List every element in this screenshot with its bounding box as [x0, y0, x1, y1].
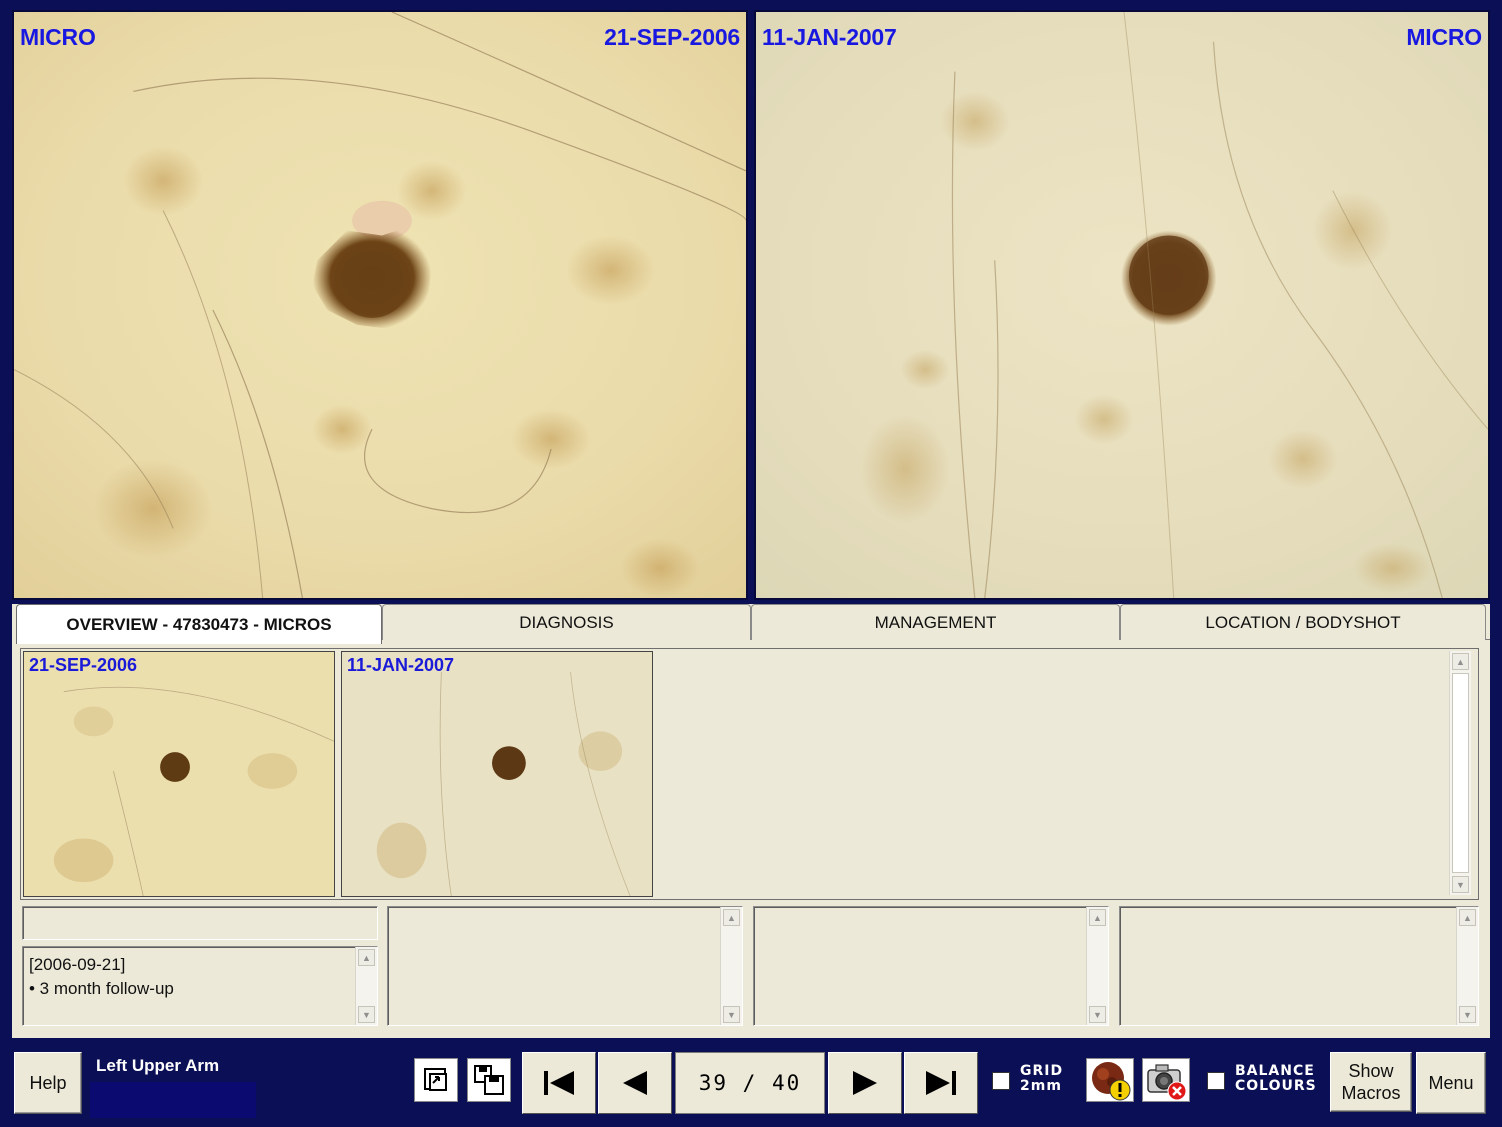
skip-first-icon — [544, 1071, 574, 1095]
scroll-up-icon[interactable]: ▲ — [1452, 653, 1469, 670]
show-macros-line2: Macros — [1341, 1083, 1401, 1103]
balance-colours-checkbox[interactable] — [1207, 1072, 1225, 1090]
balance-label-line1: BALANCE — [1235, 1063, 1315, 1079]
app-window: MICRO 21-SEP-2006 11-JAN-2007 MICRO OVER… — [0, 0, 1502, 1127]
restore-window-icon — [424, 1068, 447, 1091]
thumbnail-strip: 21-SEP-2006 11-JAN-2007 ▲ ▼ — [20, 648, 1479, 900]
notes-content: [2006-09-21] • 3 month follow-up — [29, 953, 174, 1001]
grid-label-line1: GRID — [1020, 1063, 1064, 1079]
location-text-field[interactable]: ▲ ▼ — [1119, 906, 1479, 1026]
dermoscopy-image-left[interactable]: MICRO 21-SEP-2006 — [12, 10, 748, 600]
grid-checkbox[interactable] — [992, 1072, 1010, 1090]
scroll-down-icon[interactable]: ▼ — [358, 1006, 375, 1023]
thumbnail-date: 11-JAN-2007 — [347, 655, 455, 675]
delete-image-button[interactable] — [1142, 1058, 1190, 1102]
scroll-down-icon[interactable]: ▼ — [1452, 876, 1469, 893]
restore-window-button[interactable] — [414, 1058, 458, 1102]
details-panel: OVERVIEW - 47830473 - MICROS DIAGNOSIS M… — [12, 604, 1490, 1038]
tab-overview[interactable]: OVERVIEW - 47830473 - MICROS — [16, 604, 382, 644]
copy-window-button[interactable] — [467, 1058, 511, 1102]
lesion-warning-icon — [1092, 1062, 1131, 1101]
tab-management[interactable]: MANAGEMENT — [751, 604, 1120, 640]
scroll-up-icon[interactable]: ▲ — [723, 909, 740, 926]
tab-diagnosis[interactable]: DIAGNOSIS — [382, 604, 751, 640]
scroll-up-icon[interactable]: ▲ — [1089, 909, 1106, 926]
diagnosis-text-field[interactable]: ▲ ▼ — [387, 906, 743, 1026]
thumbnail-skin — [24, 652, 334, 896]
skip-last-icon — [926, 1071, 956, 1095]
image-type-label: MICRO — [20, 24, 96, 50]
grid-label: GRID 2mm — [1020, 1064, 1063, 1094]
scroll-down-icon[interactable]: ▼ — [1459, 1006, 1476, 1023]
bottom-toolbar: Help Left Upper Arm 39 / 40 GRID 2mm BAL… — [12, 1046, 1490, 1118]
dermoscopy-image-right[interactable]: 11-JAN-2007 MICRO — [754, 10, 1490, 600]
body-location-label: Left Upper Arm — [96, 1056, 220, 1075]
scroll-thumb[interactable] — [1452, 673, 1469, 873]
notes-scrollbar[interactable]: ▲ ▼ — [355, 947, 377, 1025]
grid-label-line2: 2mm — [1020, 1078, 1062, 1094]
skin-image-right — [756, 12, 1488, 598]
show-macros-line1: Show — [1348, 1061, 1394, 1081]
last-button[interactable] — [904, 1052, 978, 1114]
thumbnail-image[interactable]: 11-JAN-2007 — [341, 651, 653, 897]
management-text-field[interactable]: ▲ ▼ — [753, 906, 1109, 1026]
show-macros-button[interactable]: Show Macros — [1330, 1052, 1412, 1112]
prev-icon — [623, 1071, 647, 1095]
notes-header-field[interactable] — [22, 906, 378, 940]
scroll-down-icon[interactable]: ▼ — [1089, 1006, 1106, 1023]
tab-location-bodyshot[interactable]: LOCATION / BODYSHOT — [1120, 604, 1486, 640]
lesion-warning-button[interactable] — [1086, 1058, 1134, 1102]
diagnosis-scrollbar[interactable]: ▲ ▼ — [720, 907, 742, 1025]
image-date-label: 21-SEP-2006 — [604, 24, 740, 50]
balance-colours-label: BALANCE COLOURS — [1235, 1064, 1317, 1094]
notes-date: [2006-09-21] — [29, 955, 126, 974]
help-button[interactable]: Help — [14, 1052, 82, 1114]
scroll-up-icon[interactable]: ▲ — [1459, 909, 1476, 926]
thumbnail-date: 21-SEP-2006 — [29, 655, 138, 675]
scroll-down-icon[interactable]: ▼ — [723, 1006, 740, 1023]
thumbnail-scrollbar[interactable]: ▲ ▼ — [1449, 651, 1471, 895]
scroll-up-icon[interactable]: ▲ — [358, 949, 375, 966]
next-icon — [853, 1071, 877, 1095]
skin-image-left — [14, 12, 746, 598]
body-location-field — [90, 1082, 256, 1118]
thumbnail-image[interactable]: 21-SEP-2006 — [23, 651, 335, 897]
menu-button[interactable]: Menu — [1416, 1052, 1486, 1114]
thumbnail-skin — [342, 652, 652, 896]
image-date-label: 11-JAN-2007 — [762, 24, 897, 50]
first-button[interactable] — [522, 1052, 596, 1114]
management-scrollbar[interactable]: ▲ ▼ — [1086, 907, 1108, 1025]
notes-item: • 3 month follow-up — [29, 979, 174, 998]
image-type-label: MICRO — [1406, 24, 1482, 50]
copy-window-icon — [474, 1065, 504, 1095]
image-counter: 39 / 40 — [675, 1052, 825, 1114]
previous-button[interactable] — [598, 1052, 672, 1114]
notes-field[interactable]: [2006-09-21] • 3 month follow-up ▲ ▼ — [22, 946, 378, 1026]
camera-delete-icon — [1147, 1064, 1187, 1101]
next-button[interactable] — [828, 1052, 902, 1114]
location-scrollbar[interactable]: ▲ ▼ — [1456, 907, 1478, 1025]
balance-label-line2: COLOURS — [1235, 1078, 1317, 1094]
